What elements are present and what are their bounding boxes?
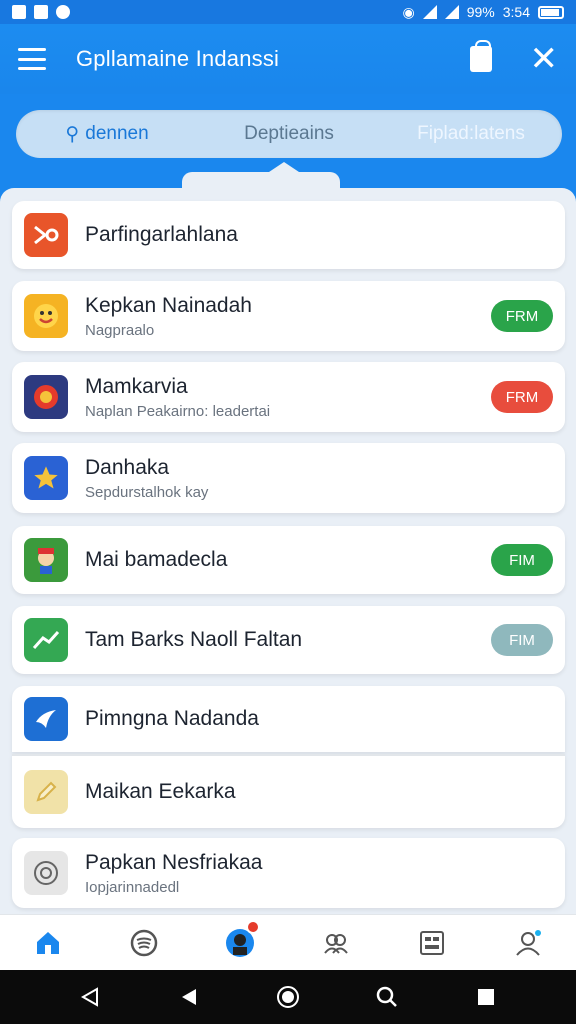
status-pill[interactable]: FIM — [491, 544, 553, 576]
tab-search-label: dennen — [85, 123, 149, 144]
grid-icon — [420, 930, 444, 955]
play-icon — [24, 213, 68, 257]
nav-account[interactable] — [498, 915, 558, 971]
list-item[interactable]: Parfingarlahlana — [12, 201, 565, 269]
emoji-icon — [24, 294, 68, 338]
tab-third[interactable]: Fiplad:latens — [380, 110, 562, 158]
item-title: Kepkan Nainadah — [85, 293, 252, 317]
tab-second[interactable]: Deptieains — [198, 110, 380, 158]
item-title: Parfingarlahlana — [85, 223, 238, 246]
nav-apps[interactable] — [402, 915, 462, 971]
status-left — [12, 5, 70, 19]
home-button-icon[interactable] — [268, 977, 308, 1017]
app-bar: Gpllamaine Indanssi ✕ — [0, 24, 576, 94]
search-button-icon[interactable] — [367, 977, 407, 1017]
search-icon: ⚲ — [65, 123, 80, 145]
item-text: Danhaka Sepdurstalhok kay — [85, 456, 565, 501]
status-right: ◉ 99% 3:54 — [402, 3, 564, 21]
groups-icon — [324, 933, 348, 954]
image-icon — [34, 5, 48, 19]
recents-icon[interactable] — [466, 977, 506, 1017]
status-pill[interactable]: FRM — [491, 300, 553, 332]
nav-music[interactable] — [114, 915, 174, 971]
signal-icon — [422, 5, 437, 19]
nav-profile-avatar[interactable] — [210, 915, 270, 971]
item-subtitle: Iopjarinnadedl — [85, 878, 180, 896]
list-item[interactable]: Maikan Eekarka — [12, 754, 565, 828]
item-title: Mamkarvia — [85, 374, 188, 398]
shopping-bag-icon[interactable] — [469, 40, 492, 72]
item-title: Mai bamadecla — [85, 548, 228, 571]
nav-groups[interactable] — [306, 915, 366, 971]
tab-third-label: Fiplad:latens — [417, 123, 525, 144]
back-outline-icon[interactable] — [70, 977, 110, 1017]
item-text: Maikan Eekarka — [85, 780, 565, 804]
item-text: Pimngna Nadanda — [85, 707, 565, 731]
back-icon[interactable] — [169, 977, 209, 1017]
item-title: Danhaka — [85, 455, 170, 479]
music-icon — [130, 929, 158, 956]
nav-home[interactable] — [18, 915, 78, 971]
item-text: Kepkan Nainadah Nagpraalo — [85, 294, 491, 339]
star-icon — [24, 456, 68, 500]
badge-icon — [24, 375, 68, 419]
clock: 3:54 — [502, 4, 530, 20]
item-text: Mai bamadecla — [85, 548, 491, 572]
item-subtitle: Naplan Peakairno: leadertai — [85, 402, 271, 420]
chart-icon — [24, 618, 68, 662]
pencil-icon — [24, 770, 68, 814]
app-title: Gpllamaine Indanssi — [76, 46, 280, 71]
battery-icon — [538, 5, 564, 19]
item-text: Parfingarlahlana — [85, 223, 565, 247]
item-text: Papkan Nesfriakaa Iopjarinnadedl — [85, 851, 565, 896]
panel-notch — [182, 162, 340, 192]
bottom-nav — [0, 914, 576, 970]
item-text: Mamkarvia Naplan Peakairno: leadertai — [85, 375, 491, 420]
item-title: Pimngna Nadanda — [85, 707, 259, 730]
browser-icon — [56, 5, 70, 19]
tab-search[interactable]: ⚲ dennen — [16, 110, 198, 158]
tab-bar: ⚲ dennen Deptieains Fiplad:latens — [16, 110, 562, 158]
item-subtitle: Nagpraalo — [85, 321, 155, 339]
gallery-icon — [12, 5, 26, 19]
status-bar: ◉ 99% 3:54 — [0, 0, 576, 24]
status-pill[interactable]: FRM — [491, 381, 553, 413]
list-item[interactable]: Tam Barks Naoll Faltan FIM — [12, 606, 565, 674]
list-item[interactable]: Mamkarvia Naplan Peakairno: leadertai FR… — [12, 362, 565, 432]
list-item[interactable]: Mai bamadecla FIM — [12, 526, 565, 594]
item-text: Tam Barks Naoll Faltan — [85, 628, 491, 652]
item-subtitle: Sepdurstalhok kay — [85, 483, 209, 501]
bird-icon — [24, 697, 68, 741]
list-item[interactable]: Papkan Nesfriakaa Iopjarinnadedl — [12, 838, 565, 908]
close-icon[interactable]: ✕ — [530, 42, 559, 76]
item-title: Papkan Nesfriakaa — [85, 850, 263, 874]
battery-percent: 99% — [466, 4, 495, 20]
list-item[interactable]: Danhaka Sepdurstalhok kay — [12, 443, 565, 513]
circle-icon — [24, 851, 68, 895]
character-icon — [24, 538, 68, 582]
status-pill[interactable]: FIM — [491, 624, 553, 656]
hamburger-menu-icon[interactable] — [18, 48, 46, 70]
system-nav-bar — [0, 970, 576, 1024]
notification-badge — [246, 919, 260, 934]
item-title: Maikan Eekarka — [85, 780, 236, 803]
list-item[interactable]: Kepkan Nainadah Nagpraalo FRM — [12, 281, 565, 351]
wifi-icon: ◉ — [402, 3, 415, 20]
list-item[interactable]: Pimngna Nadanda — [12, 686, 565, 752]
home-icon — [37, 931, 59, 954]
item-title: Tam Barks Naoll Faltan — [85, 628, 303, 651]
tab-second-label: Deptieains — [244, 123, 334, 144]
user-icon — [516, 929, 541, 956]
signal-icon-2 — [444, 5, 459, 19]
